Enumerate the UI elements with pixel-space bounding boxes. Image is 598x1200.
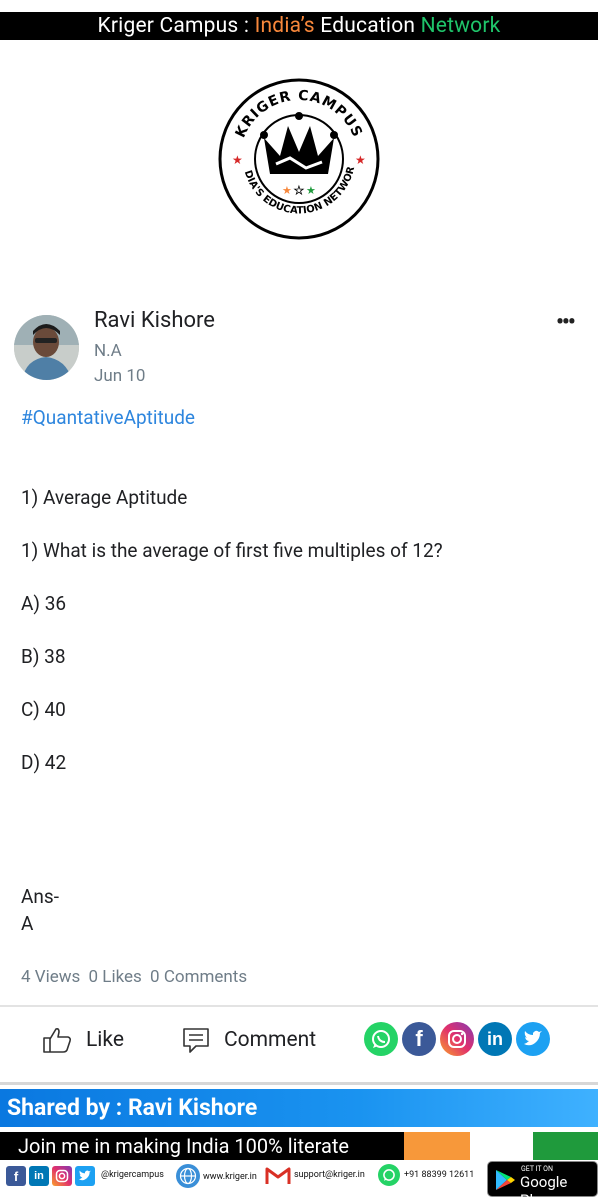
instagram-icon[interactable]: [440, 1022, 474, 1056]
footer-website[interactable]: www.kriger.in: [203, 1172, 257, 1182]
divider: [0, 1005, 598, 1007]
author-role: N.A: [94, 341, 122, 361]
facebook-small-icon[interactable]: f: [6, 1166, 26, 1186]
post-line: 1) What is the average of first five mul…: [21, 539, 443, 562]
post-line: Ans-: [21, 885, 59, 908]
linkedin-icon[interactable]: in: [478, 1022, 512, 1056]
svg-text:★: ★: [282, 184, 292, 197]
flag-stripe-green: [533, 1132, 598, 1160]
google-play-badge[interactable]: GET IT ON Google Play: [487, 1161, 598, 1200]
divider: [0, 1082, 598, 1085]
comment-label: Comment: [224, 1028, 317, 1052]
whatsapp-icon[interactable]: [364, 1022, 398, 1056]
facebook-icon[interactable]: f: [402, 1022, 436, 1056]
google-play-icon: [496, 1170, 515, 1190]
shared-by-bar: Shared by : Ravi Kishore: [0, 1089, 598, 1127]
globe-icon: [176, 1164, 200, 1188]
play-big-text: Google Play: [520, 1173, 568, 1200]
footer-phone[interactable]: +91 88399 12611: [404, 1170, 474, 1180]
post-line: A: [21, 912, 34, 935]
more-options-icon[interactable]: •••: [556, 310, 576, 335]
gmail-icon: [265, 1165, 291, 1187]
post-line: D) 42: [21, 751, 67, 774]
post-line: A) 36: [21, 592, 67, 615]
top-banner: Kriger Campus : India’s Education Networ…: [0, 12, 598, 40]
post-line: 1) Average Aptitude: [21, 486, 188, 509]
svg-text:★: ★: [306, 184, 316, 197]
banner-text-1: Kriger Campus :: [97, 14, 255, 38]
thumbs-up-icon: [43, 1028, 72, 1053]
like-button[interactable]: Like: [42, 1023, 124, 1057]
banner-text-4: Network: [420, 14, 501, 38]
linkedin-small-icon[interactable]: in: [29, 1166, 49, 1186]
like-label: Like: [86, 1028, 124, 1052]
twitter-icon[interactable]: [516, 1022, 550, 1056]
likes-count[interactable]: 0 Likes: [89, 967, 142, 987]
twitter-small-icon[interactable]: [75, 1166, 95, 1186]
flag-stripe-orange: [404, 1132, 470, 1160]
svg-text:★: ★: [355, 153, 366, 167]
whatsapp-small-icon: [378, 1164, 400, 1186]
post-date: Jun 10: [94, 366, 146, 386]
svg-text:★: ★: [232, 153, 243, 167]
post-line: B) 38: [21, 645, 66, 668]
views-count: 4 Views: [21, 967, 81, 987]
author-name[interactable]: Ravi Kishore: [94, 308, 215, 333]
play-small-text: GET IT ON: [521, 1165, 553, 1173]
comments-count[interactable]: 0 Comments: [150, 967, 247, 987]
banner-text-3: Education: [314, 14, 421, 38]
footer-email[interactable]: support@kriger.in: [294, 1170, 365, 1180]
footer-handle[interactable]: @krigercampus: [101, 1170, 164, 1180]
kriger-campus-logo: KRIGER CAMPUS INDIA'S EDUCATION NETWORK …: [218, 78, 380, 240]
svg-text:★: ★: [294, 184, 304, 197]
avatar[interactable]: [14, 315, 79, 380]
post-stats: 4 Views 0 Likes 0 Comments: [21, 967, 251, 987]
post-line: C) 40: [21, 698, 66, 721]
hashtag-link[interactable]: #QuantativeAptitude: [21, 406, 195, 429]
join-banner: Join me in making India 100% literate: [0, 1132, 404, 1160]
comment-button[interactable]: Comment: [182, 1023, 316, 1057]
instagram-small-icon[interactable]: [52, 1166, 72, 1186]
flag-stripe-white: [470, 1132, 533, 1160]
banner-text-2: India’s: [254, 14, 315, 38]
avatar-image: [14, 315, 79, 380]
comment-icon: [183, 1028, 209, 1053]
